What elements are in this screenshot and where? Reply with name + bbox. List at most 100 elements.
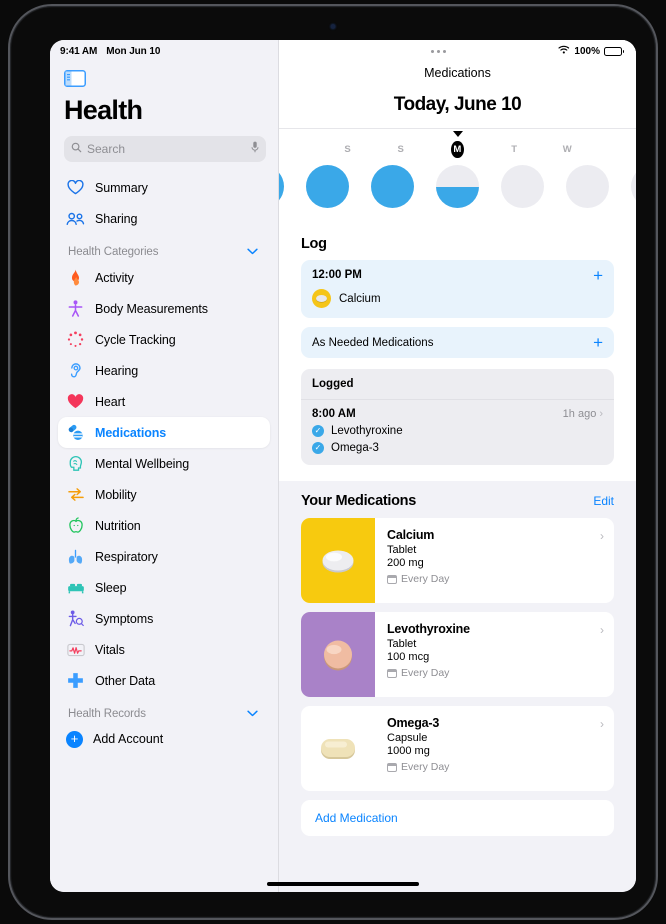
checkmark-circle-icon: ✓ (312, 442, 324, 454)
sidebar-item-label: Other Data (95, 673, 156, 688)
sidebar-section-health-categories[interactable]: Health Categories (58, 234, 270, 262)
medication-form: Capsule (387, 732, 428, 744)
waveform-icon (66, 640, 85, 659)
as-needed-medications-row[interactable]: As Needed Medications + (301, 327, 614, 358)
sidebar-item-vitals[interactable]: Vitals (58, 634, 270, 665)
sidebar-item-mobility[interactable]: Mobility (58, 479, 270, 510)
battery-percent-label: 100% (574, 45, 600, 57)
day-progress-ring[interactable] (306, 165, 349, 208)
add-account-label: Add Account (93, 732, 164, 746)
day-progress-ring[interactable] (566, 165, 609, 208)
chevron-right-icon: › (600, 623, 604, 637)
day-progress-ring[interactable] (371, 165, 414, 208)
dot (431, 49, 435, 53)
scheduled-log-header: 12:00 PM + (312, 267, 603, 284)
sidebar-item-heart[interactable]: Heart (58, 386, 270, 417)
battery-icon (604, 46, 624, 56)
your-medications-header: Your Medications Edit (301, 493, 614, 509)
search-placeholder: Search (87, 142, 126, 156)
scheduled-log-card[interactable]: 12:00 PM + Calcium (301, 260, 614, 318)
sidebar-item-summary[interactable]: Summary (58, 172, 270, 203)
day-progress-ring[interactable] (501, 165, 544, 208)
selected-date-title: Today, June 10 (393, 94, 522, 115)
logged-ago-group[interactable]: 1h ago › (563, 408, 603, 420)
sidebar-item-medications[interactable]: Medications (58, 417, 270, 448)
logged-body[interactable]: 8:00 AM 1h ago › ✓ Levothyroxine ✓ Omega… (301, 400, 614, 465)
date-picker-triangle-icon (452, 131, 463, 137)
sidebar-toggle-icon[interactable] (64, 70, 278, 87)
sidebar-item-cycle-tracking[interactable]: Cycle Tracking (58, 324, 270, 355)
medication-frequency: Every Day (387, 667, 604, 679)
sidebar-item-label: Heart (95, 394, 126, 409)
day-progress-ring[interactable] (631, 165, 636, 208)
logged-entry-header[interactable]: 8:00 AM 1h ago › (312, 408, 603, 420)
logged-time: 8:00 AM (312, 408, 356, 420)
sidebar-item-label: Summary (95, 180, 148, 195)
content-scroll-area: Log 12:00 PM + Calcium As Needed Medicat… (279, 222, 636, 892)
logged-header: Logged (301, 369, 614, 400)
sidebar-item-add-account[interactable]: + Add Account (58, 724, 270, 754)
sidebar-item-label: Mobility (95, 487, 137, 502)
sidebar-status-bar: 9:41 AM Mon Jun 10 (50, 40, 278, 62)
sidebar-item-other-data[interactable]: Other Data (58, 665, 270, 696)
sidebar-item-nutrition[interactable]: Nutrition (58, 510, 270, 541)
day-letter: T (511, 144, 518, 155)
medication-dose: 100 mcg (387, 651, 430, 663)
day-progress-ring[interactable] (279, 165, 284, 208)
chevron-down-icon[interactable] (247, 709, 258, 720)
sidebar-section-health-records[interactable]: Health Records (58, 696, 270, 724)
add-scheduled-dose-button[interactable]: + (593, 267, 603, 284)
scheduled-log-medication[interactable]: Calcium (312, 289, 603, 308)
day-letter: S (344, 144, 351, 155)
date-strip[interactable]: S S M T W (279, 128, 636, 222)
sidebar-item-mental-wellbeing[interactable]: Mental Wellbeing (58, 448, 270, 479)
sidebar-section-label: Health Records (68, 708, 146, 720)
logged-ago-label: 1h ago (562, 408, 597, 420)
flame-icon (66, 268, 85, 287)
more-options-icon[interactable] (279, 49, 558, 53)
symptoms-icon (66, 609, 85, 628)
medication-row[interactable]: Omega-3 Capsule 1000 mg Every Day › (301, 706, 614, 791)
medication-frequency-label: Every Day (401, 667, 450, 679)
logged-card: Logged 8:00 AM 1h ago › ✓ Levothyroxine … (301, 369, 614, 465)
logged-item-name: Omega-3 (331, 442, 379, 454)
chevron-down-icon[interactable] (247, 247, 258, 258)
sidebar-item-label: Sharing (95, 211, 138, 226)
chevron-right-icon: › (599, 408, 603, 420)
microphone-icon[interactable] (251, 140, 259, 158)
device-bezel: 9:41 AM Mon Jun 10 Health Search Summary… (8, 4, 658, 920)
sidebar-item-sleep[interactable]: Sleep (58, 572, 270, 603)
day-progress-row (279, 158, 636, 208)
sidebar-section-label: Health Categories (68, 246, 159, 258)
sidebar-item-label: Respiratory (95, 549, 158, 564)
bed-icon (66, 578, 85, 597)
logged-item: ✓ Omega-3 (312, 442, 603, 454)
sidebar-item-label: Cycle Tracking (95, 332, 176, 347)
edit-button[interactable]: Edit (593, 494, 614, 508)
calendar-icon (387, 668, 397, 678)
calcium-tablet-icon (312, 289, 331, 308)
sidebar-item-body-measurements[interactable]: Body Measurements (58, 293, 270, 324)
medication-thumbnail (301, 706, 375, 791)
add-as-needed-button[interactable]: + (593, 334, 603, 351)
sidebar-item-activity[interactable]: Activity (58, 262, 270, 293)
medication-name: Calcium (339, 292, 381, 305)
sidebar-item-respiratory[interactable]: Respiratory (58, 541, 270, 572)
add-medication-button[interactable]: Add Medication (301, 800, 614, 836)
search-input[interactable]: Search (64, 136, 266, 162)
medication-row[interactable]: Levothyroxine Tablet 100 mcg Every Day › (301, 612, 614, 697)
medication-dose: 1000 mg (387, 745, 430, 757)
main-status-bar: 100% (279, 40, 636, 62)
dot (437, 49, 441, 53)
people-icon (66, 209, 85, 228)
logged-item: ✓ Levothyroxine (312, 425, 603, 437)
sidebar-item-label: Medications (95, 425, 167, 440)
sidebar-item-symptoms[interactable]: Symptoms (58, 603, 270, 634)
medication-row[interactable]: Calcium Tablet 200 mg Every Day › (301, 518, 614, 603)
status-indicators: 100% (558, 45, 624, 57)
sidebar-item-hearing[interactable]: Hearing (58, 355, 270, 386)
medication-details: Levothyroxine Tablet 100 mcg Every Day › (375, 612, 614, 697)
medication-details: Omega-3 Capsule 1000 mg Every Day › (375, 706, 614, 791)
sidebar-item-sharing[interactable]: Sharing (58, 203, 270, 234)
day-progress-ring-today[interactable] (436, 165, 479, 208)
